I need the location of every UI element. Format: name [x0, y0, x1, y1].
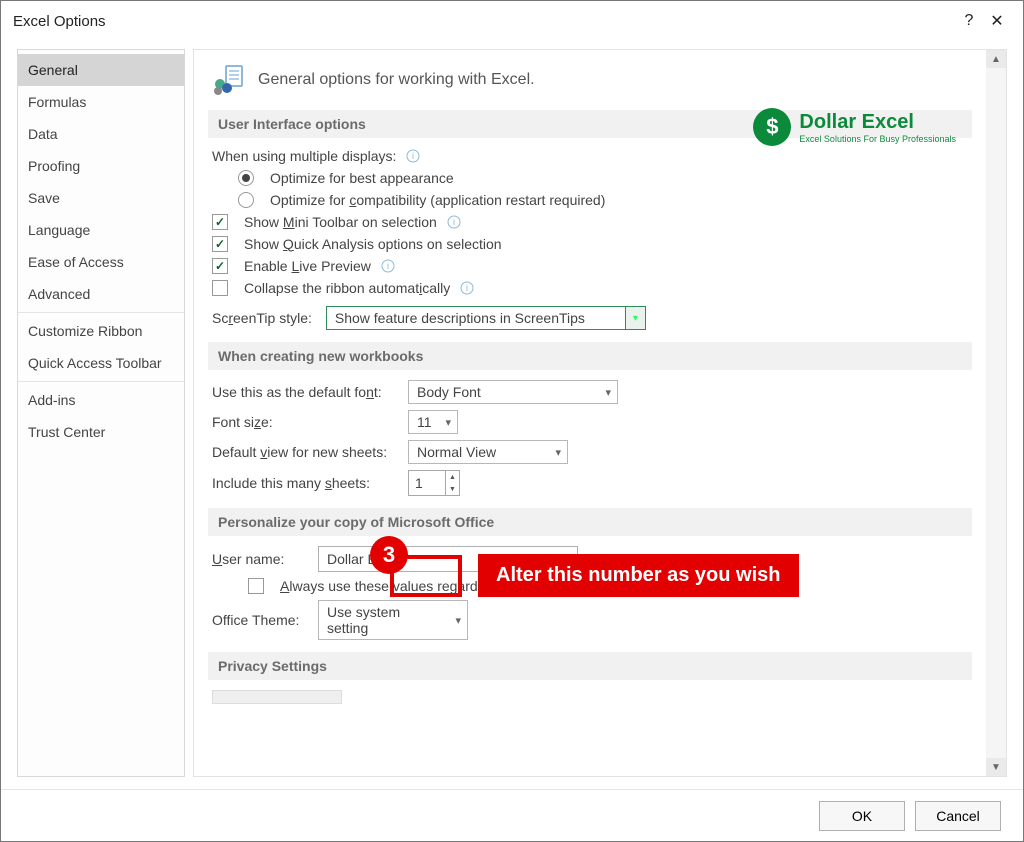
close-button[interactable]: ✕: [983, 11, 1011, 31]
font-size-label: Font size:: [212, 414, 402, 430]
section-personalize: Personalize your copy of Microsoft Offic…: [208, 508, 972, 536]
radio-optimize-compatibility-label: Optimize for compatibility (application …: [270, 192, 605, 208]
sidebar-item-language[interactable]: Language: [18, 214, 184, 246]
multi-display-label: When using multiple displays:: [212, 148, 396, 164]
sidebar-item-trust-center[interactable]: Trust Center: [18, 416, 184, 448]
sidebar-item-ease-of-access[interactable]: Ease of Access: [18, 246, 184, 278]
info-icon[interactable]: i: [381, 259, 395, 273]
radio-optimize-appearance[interactable]: [238, 170, 254, 186]
annotation-callout: Alter this number as you wish: [478, 554, 799, 597]
options-content: General options for working with Excel. …: [194, 50, 986, 776]
annotation-step-badge: 3: [370, 536, 408, 574]
sidebar-item-general[interactable]: General: [18, 54, 184, 86]
font-size-select[interactable]: 11: [408, 410, 458, 434]
office-theme-select[interactable]: Use system setting: [318, 600, 468, 640]
help-button[interactable]: ?: [955, 12, 983, 30]
sidebar-item-proofing[interactable]: Proofing: [18, 150, 184, 182]
checkbox-always-use-values[interactable]: [248, 578, 264, 594]
spinner-down-icon[interactable]: ▼: [446, 483, 459, 495]
info-icon[interactable]: i: [406, 149, 420, 163]
excel-options-dialog: Excel Options ? ✕ General Formulas Data …: [0, 0, 1024, 842]
cancel-button[interactable]: Cancel: [915, 801, 1001, 831]
section-new-workbooks: When creating new workbooks: [208, 342, 972, 370]
sheets-count-spinner[interactable]: 1 ▲▼: [408, 470, 460, 496]
radio-optimize-appearance-label: Optimize for best appearance: [270, 170, 454, 186]
sidebar-item-customize-ribbon[interactable]: Customize Ribbon: [18, 315, 184, 347]
brand-badge: $ Dollar Excel Excel Solutions For Busy …: [753, 108, 956, 146]
checkbox-live-preview[interactable]: [212, 258, 228, 274]
checkbox-mini-toolbar[interactable]: [212, 214, 228, 230]
info-icon[interactable]: i: [460, 281, 474, 295]
dialog-footer: OK Cancel: [1, 789, 1023, 841]
default-view-select[interactable]: Normal View: [408, 440, 568, 464]
brand-tagline: Excel Solutions For Busy Professionals: [799, 134, 956, 144]
default-font-select[interactable]: Body Font: [408, 380, 618, 404]
info-icon[interactable]: i: [447, 215, 461, 229]
radio-optimize-compatibility[interactable]: [238, 192, 254, 208]
office-theme-label: Office Theme:: [212, 612, 312, 628]
dollar-icon: $: [753, 108, 791, 146]
ok-button[interactable]: OK: [819, 801, 905, 831]
category-sidebar: General Formulas Data Proofing Save Lang…: [17, 49, 185, 777]
section-privacy: Privacy Settings: [208, 652, 972, 680]
privacy-button-truncated[interactable]: [212, 690, 342, 704]
scroll-down-icon[interactable]: ▼: [986, 758, 1006, 776]
screentip-label: ScreenTip style:: [212, 310, 312, 326]
scroll-up-icon[interactable]: ▲: [986, 50, 1006, 68]
window-title: Excel Options: [13, 13, 106, 30]
sidebar-item-quick-access-toolbar[interactable]: Quick Access Toolbar: [18, 347, 184, 379]
svg-text:i: i: [412, 151, 414, 161]
checkbox-quick-analysis-label: Show Quick Analysis options on selection: [244, 236, 502, 252]
scrollbar[interactable]: ▲ ▼: [986, 50, 1006, 776]
checkbox-quick-analysis[interactable]: [212, 236, 228, 252]
brand-name: Dollar Excel: [799, 111, 956, 134]
screentip-select[interactable]: Show feature descriptions in ScreenTips …: [326, 306, 646, 330]
sidebar-item-advanced[interactable]: Advanced: [18, 278, 184, 310]
sidebar-divider: [18, 381, 184, 382]
svg-text:i: i: [466, 283, 468, 293]
sidebar-item-data[interactable]: Data: [18, 118, 184, 150]
checkbox-mini-toolbar-label: Show Mini Toolbar on selection: [244, 214, 437, 230]
sidebar-item-formulas[interactable]: Formulas: [18, 86, 184, 118]
svg-text:i: i: [387, 261, 389, 271]
checkbox-collapse-ribbon-label: Collapse the ribbon automatically: [244, 280, 450, 296]
sheets-count-label: Include this many sheets:: [212, 475, 402, 491]
default-font-label: Use this as the default font:: [212, 384, 402, 400]
sidebar-divider: [18, 312, 184, 313]
sidebar-item-add-ins[interactable]: Add-ins: [18, 384, 184, 416]
user-name-label: User name:: [212, 551, 312, 567]
hero-text: General options for working with Excel.: [258, 71, 535, 89]
chevron-down-icon: ▾: [625, 307, 645, 329]
spinner-up-icon[interactable]: ▲: [446, 471, 459, 483]
default-view-label: Default view for new sheets:: [212, 444, 402, 460]
checkbox-live-preview-label: Enable Live Preview: [244, 258, 371, 274]
titlebar: Excel Options ? ✕: [1, 1, 1023, 41]
general-options-icon: [212, 64, 244, 96]
sidebar-item-save[interactable]: Save: [18, 182, 184, 214]
checkbox-collapse-ribbon[interactable]: [212, 280, 228, 296]
svg-text:i: i: [453, 217, 455, 227]
